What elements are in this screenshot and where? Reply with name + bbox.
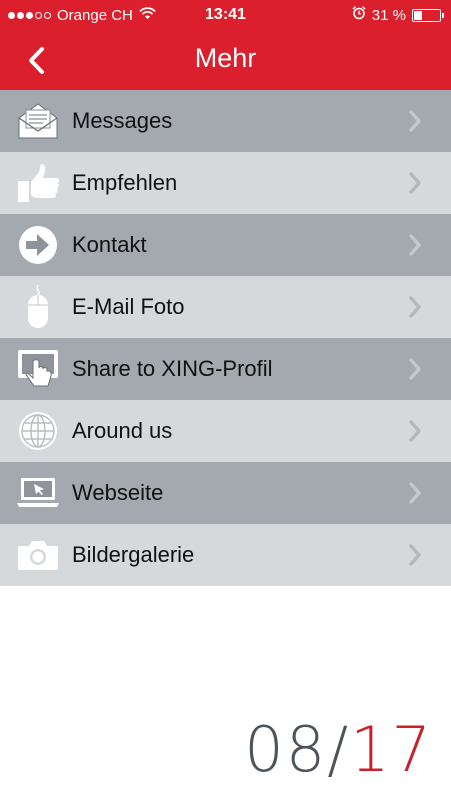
chevron-right-icon [409, 172, 422, 199]
menu-item-email-foto[interactable]: E-Mail Foto [0, 276, 451, 338]
page-current: 08 [244, 713, 328, 786]
alarm-icon [352, 6, 366, 24]
chevron-right-icon [409, 544, 422, 571]
battery-icon [412, 8, 444, 22]
menu-item-share-xing[interactable]: Share to XING-Profil [0, 338, 451, 400]
laptop-icon [12, 471, 64, 515]
thumbs-up-icon [12, 161, 64, 205]
globe-icon [12, 409, 64, 453]
header-bar: Orange CH 13:41 31 % Mehr [0, 0, 451, 90]
chevron-right-icon [409, 110, 422, 137]
chevron-right-icon [409, 420, 422, 447]
menu-item-label: E-Mail Foto [72, 294, 185, 319]
menu-item-around-us[interactable]: Around us [0, 400, 451, 462]
menu-item-label: Share to XING-Profil [72, 356, 273, 381]
chevron-right-icon [409, 358, 422, 385]
envelope-icon [12, 99, 64, 143]
status-bar: Orange CH 13:41 31 % [0, 0, 451, 32]
camera-icon [12, 533, 64, 577]
menu-item-label: Around us [72, 418, 173, 443]
menu-item-label: Webseite [72, 480, 164, 505]
chevron-right-icon [409, 234, 422, 261]
page-title: Mehr [194, 43, 257, 73]
menu-item-webseite[interactable]: Webseite [0, 462, 451, 524]
menu-item-kontakt[interactable]: Kontakt [0, 214, 451, 276]
menu-item-label: Kontakt [72, 232, 147, 257]
battery-percent: 31 % [371, 6, 406, 24]
mouse-icon [12, 284, 64, 329]
chevron-right-icon [409, 296, 422, 323]
navigation-bar: Mehr [0, 32, 451, 90]
menu-item-label: Bildergalerie [72, 542, 195, 567]
arrow-circle-icon [12, 223, 64, 267]
menu-item-label: Empfehlen [72, 170, 178, 195]
menu-item-bildergalerie[interactable]: Bildergalerie [0, 524, 451, 586]
menu-item-label: Messages [72, 108, 173, 133]
menu-list: Messages Empfehlen Kontakt E-Mail Foto S… [0, 90, 451, 586]
page-total: 17 [350, 713, 433, 786]
menu-item-messages[interactable]: Messages [0, 90, 451, 152]
chevron-right-icon [409, 482, 422, 509]
page-separator: / [327, 713, 351, 786]
touch-screen-icon [12, 347, 64, 391]
menu-item-empfehlen[interactable]: Empfehlen [0, 152, 451, 214]
page-indicator: 08/17 [244, 713, 433, 786]
